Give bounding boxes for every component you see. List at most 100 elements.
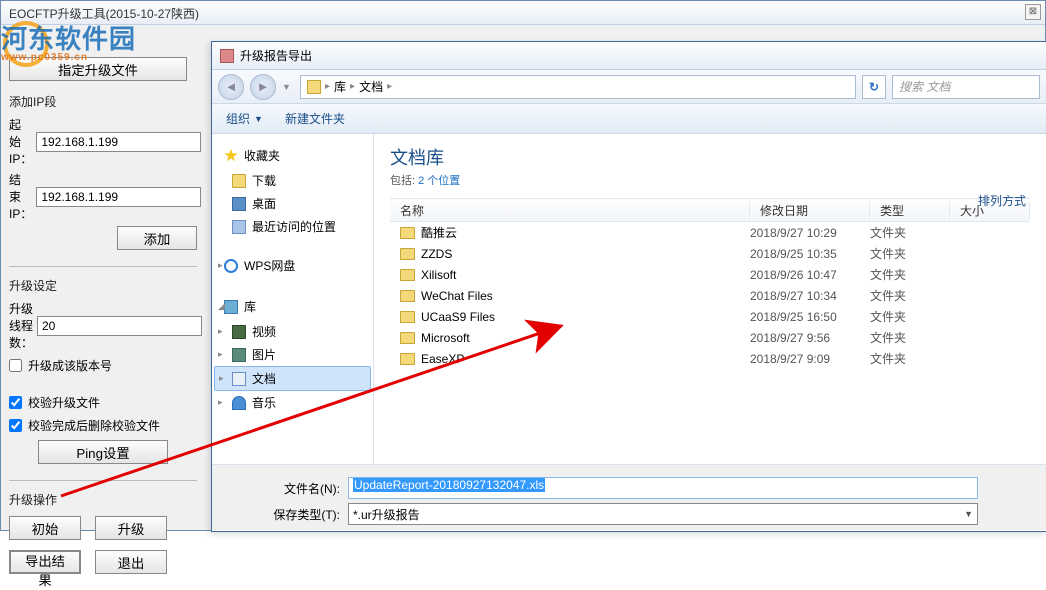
export-report-dialog: 升级报告导出 ◄ ► ▼ ▸ 库 ▸ 文档 ▸ ↻ 搜索 文档 组织▼ 新建文件… xyxy=(211,41,1046,532)
verify-checkbox-label: 校验升级文件 xyxy=(28,394,100,411)
cloud-icon xyxy=(224,259,238,273)
file-date: 2018/9/27 10:34 xyxy=(750,289,870,303)
filetype-select[interactable]: *.ur升级报告▼ xyxy=(348,503,978,525)
add-ip-button[interactable]: 添加 xyxy=(117,226,197,250)
threads-label: 升级线程数： xyxy=(9,300,33,351)
file-type: 文件夹 xyxy=(870,329,950,346)
end-ip-input[interactable] xyxy=(36,187,201,207)
file-date: 2018/9/27 9:09 xyxy=(750,352,870,366)
search-input[interactable]: 搜索 文档 xyxy=(892,75,1040,99)
init-button[interactable]: 初始 xyxy=(9,516,81,540)
new-folder-button[interactable]: 新建文件夹 xyxy=(285,110,345,127)
tree-downloads[interactable]: 下载 xyxy=(214,169,371,192)
file-row[interactable]: Microsoft2018/9/27 9:56文件夹 xyxy=(390,327,1030,348)
folder-tree: 收藏夹 下载 桌面 最近访问的位置 ▸WPS网盘 ◢库 ▸视频 ▸图片 ▸文档 … xyxy=(212,134,374,464)
tree-desktop[interactable]: 桌面 xyxy=(214,192,371,215)
delete-after-verify-label: 校验完成后删除校验文件 xyxy=(28,417,160,434)
file-type: 文件夹 xyxy=(870,287,950,304)
folder-icon xyxy=(400,353,415,365)
video-icon xyxy=(232,325,246,339)
filename-input[interactable]: UpdateReport-20180927132047.xls xyxy=(348,477,978,499)
dialog-title-text: 升级报告导出 xyxy=(240,47,312,64)
file-type: 文件夹 xyxy=(870,308,950,325)
exit-button[interactable]: 退出 xyxy=(95,550,167,574)
upgrade-button[interactable]: 升级 xyxy=(95,516,167,540)
tree-wps[interactable]: ▸WPS网盘 xyxy=(214,254,371,277)
organize-menu[interactable]: 组织▼ xyxy=(226,110,263,127)
breadcrumb-seg-documents[interactable]: 文档 xyxy=(359,78,383,95)
file-name: Xilisoft xyxy=(421,268,750,282)
breadcrumb-seg-library[interactable]: 库 xyxy=(334,78,346,95)
chevron-right-icon: ▸ xyxy=(350,81,355,92)
start-ip-input[interactable] xyxy=(36,132,201,152)
file-date: 2018/9/27 9:56 xyxy=(750,331,870,345)
chevron-right-icon: ▸ xyxy=(218,326,223,337)
folder-icon xyxy=(400,227,415,239)
locations-link[interactable]: 2 个位置 xyxy=(418,175,460,187)
music-icon xyxy=(232,396,246,410)
tree-favorites[interactable]: 收藏夹 xyxy=(214,144,371,167)
dialog-titlebar: 升级报告导出 xyxy=(212,42,1046,70)
file-row[interactable]: UCaaS9 Files2018/9/25 16:50文件夹 xyxy=(390,306,1030,327)
tree-documents[interactable]: ▸文档 xyxy=(214,366,371,391)
ping-settings-button[interactable]: Ping设置 xyxy=(38,440,168,464)
folder-icon xyxy=(400,248,415,260)
file-name: 酷推云 xyxy=(421,224,750,241)
threads-input[interactable] xyxy=(37,316,202,336)
nav-back-button[interactable]: ◄ xyxy=(218,74,244,100)
chevron-down-icon: ◢ xyxy=(218,301,225,312)
file-name: ZZDS xyxy=(421,247,750,261)
verify-checkbox[interactable] xyxy=(9,396,22,409)
file-date: 2018/9/25 16:50 xyxy=(750,310,870,324)
file-name: WeChat Files xyxy=(421,289,750,303)
breadcrumb[interactable]: ▸ 库 ▸ 文档 ▸ xyxy=(300,75,856,99)
chevron-right-icon: ▸ xyxy=(218,260,223,271)
file-row[interactable]: Xilisoft2018/9/26 10:47文件夹 xyxy=(390,264,1030,285)
close-icon[interactable]: ⊠ xyxy=(1025,4,1041,20)
col-name[interactable]: 名称 xyxy=(390,202,750,219)
file-list: 酷推云2018/9/27 10:29文件夹ZZDS2018/9/25 10:35… xyxy=(390,222,1030,464)
refresh-button[interactable]: ↻ xyxy=(862,75,886,99)
nav-history-dropdown[interactable]: ▼ xyxy=(282,82,294,92)
file-row[interactable]: WeChat Files2018/9/27 10:34文件夹 xyxy=(390,285,1030,306)
export-result-button[interactable]: 导出结果 xyxy=(9,550,81,574)
file-list-header: 名称 修改日期 类型 大小 xyxy=(390,198,1030,222)
pictures-icon xyxy=(232,348,246,362)
version-checkbox[interactable] xyxy=(9,359,22,372)
main-window-title: EOCFTP升级工具(2015-10-27陕西) ⊠ xyxy=(1,1,1045,25)
folder-icon xyxy=(400,311,415,323)
filename-label: 文件名(N): xyxy=(268,480,340,497)
file-row[interactable]: ZZDS2018/9/25 10:35文件夹 xyxy=(390,243,1030,264)
delete-after-verify-checkbox[interactable] xyxy=(9,419,22,432)
chevron-right-icon: ▸ xyxy=(325,81,330,92)
col-date[interactable]: 修改日期 xyxy=(750,202,870,219)
tree-pictures[interactable]: ▸图片 xyxy=(214,343,371,366)
file-type: 文件夹 xyxy=(870,224,950,241)
file-row[interactable]: EaseXP2018/9/27 9:09文件夹 xyxy=(390,348,1030,369)
desktop-icon xyxy=(232,197,246,211)
file-date: 2018/9/25 10:35 xyxy=(750,247,870,261)
file-row[interactable]: 酷推云2018/9/27 10:29文件夹 xyxy=(390,222,1030,243)
start-ip-label: 起始IP： xyxy=(9,116,32,167)
recent-icon xyxy=(232,220,246,234)
documents-icon xyxy=(232,372,246,386)
folder-icon xyxy=(232,174,246,188)
file-type: 文件夹 xyxy=(870,245,950,262)
file-name: Microsoft xyxy=(421,331,750,345)
filetype-label: 保存类型(T): xyxy=(268,506,340,523)
nav-forward-button[interactable]: ► xyxy=(250,74,276,100)
star-icon xyxy=(224,149,238,163)
file-date: 2018/9/26 10:47 xyxy=(750,268,870,282)
sort-by-label[interactable]: 排列方式 xyxy=(978,192,1026,209)
tree-library[interactable]: ◢库 xyxy=(214,295,371,318)
tree-video[interactable]: ▸视频 xyxy=(214,320,371,343)
library-subtitle: 包括: 2 个位置 xyxy=(390,172,1030,188)
tree-music[interactable]: ▸音乐 xyxy=(214,391,371,414)
chevron-right-icon: ▸ xyxy=(218,349,223,360)
tree-recent[interactable]: 最近访问的位置 xyxy=(214,215,371,238)
folder-icon xyxy=(400,269,415,281)
col-type[interactable]: 类型 xyxy=(870,202,950,219)
file-name: EaseXP xyxy=(421,352,750,366)
folder-icon xyxy=(307,80,321,94)
folder-icon xyxy=(400,332,415,344)
